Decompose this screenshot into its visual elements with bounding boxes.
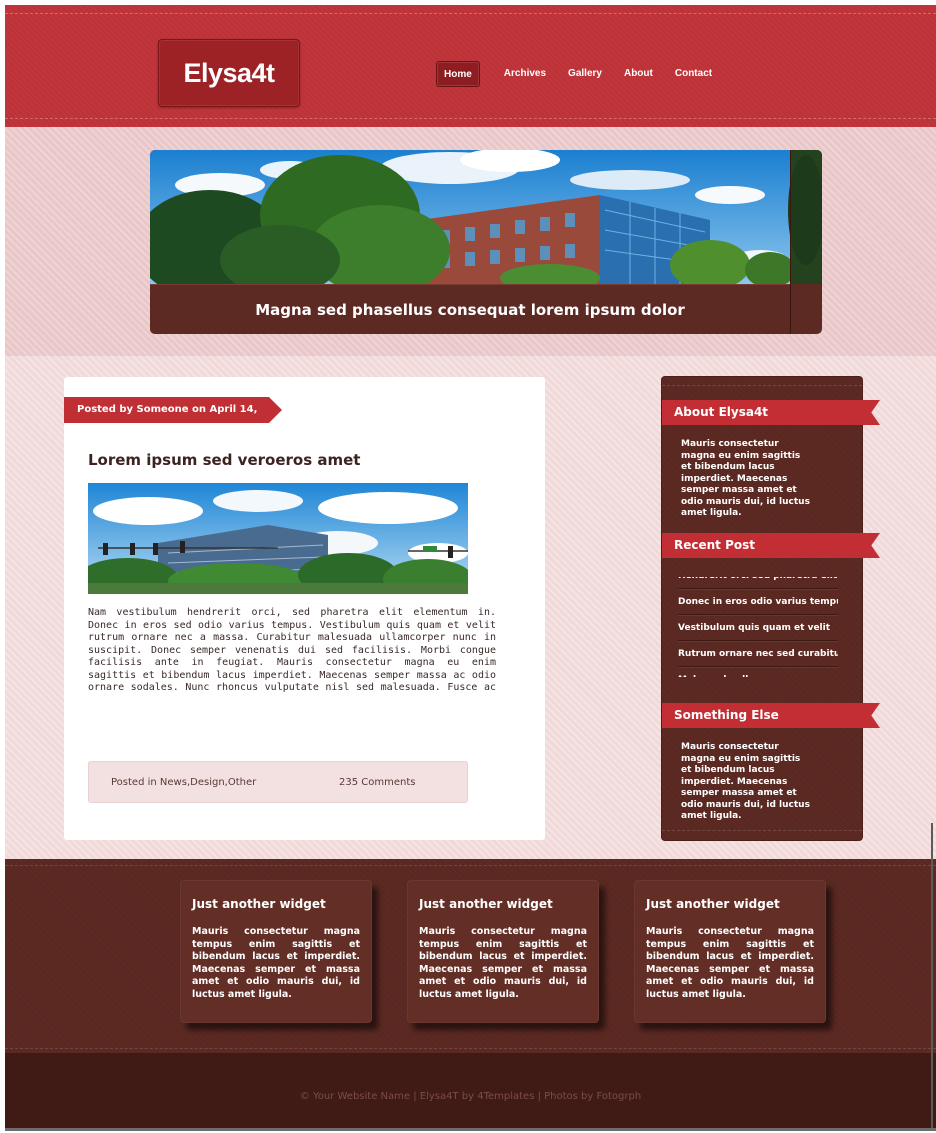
widget-title: Just another widget: [646, 897, 780, 911]
copyright-band: © Your Website Name | Elysa4T by 4Templa…: [5, 1053, 936, 1128]
footer-widget: Just another widget Mauris consectetur m…: [180, 880, 372, 1023]
recent-post-item[interactable]: Malesuada ullamcorper nunc: [678, 667, 838, 677]
post-title[interactable]: Lorem ipsum sed veroeros amet: [88, 451, 360, 469]
nav-contact[interactable]: Contact: [675, 61, 712, 87]
recent-post-item[interactable]: Vestibulum quis quam et velit: [678, 615, 838, 641]
widget-text: Mauris consectetur magna tempus enim sag…: [646, 926, 814, 1000]
post-footer: Posted in News,Design,Other 235 Comments: [88, 761, 468, 803]
widget-text: Mauris consectetur magna tempus enim sag…: [192, 926, 360, 1000]
photos-link[interactable]: Fotogrph: [597, 1091, 642, 1102]
sidebar-heading-something: Something Else: [662, 703, 880, 728]
comments-link[interactable]: 235 Comments: [339, 777, 415, 788]
post-categories: Posted in News,Design,Other: [111, 777, 257, 788]
widget-title: Just another widget: [419, 897, 553, 911]
nav-gallery[interactable]: Gallery: [568, 61, 602, 87]
header-stitch-top: [5, 13, 936, 14]
widget-text: Mauris consectetur magna tempus enim sag…: [419, 926, 587, 1000]
sidebar-about-text: Mauris consectetur magna eu enim sagitti…: [681, 439, 810, 518]
nav-home[interactable]: Home: [436, 61, 480, 87]
widget-title: Just another widget: [192, 897, 326, 911]
nav-archives[interactable]: Archives: [504, 61, 546, 87]
nav-about[interactable]: About: [624, 61, 653, 87]
copyright-prefix: © Your Website Name | Elysa4T by: [299, 1091, 478, 1102]
sidebar-stitch-bottom: [662, 830, 862, 831]
site-logo[interactable]: Elysa4t: [158, 39, 300, 107]
category-link-other[interactable]: Other: [228, 777, 256, 788]
main-nav: Home Archives Gallery About Contact: [436, 61, 734, 87]
category-link-design[interactable]: Design: [190, 777, 225, 788]
recent-post-item[interactable]: Hendrerit orci sed pharetra elit: [678, 577, 838, 589]
banner-side-panel: [790, 150, 822, 334]
post-body: Nam vestibulum hendrerit orci, sed phare…: [88, 607, 496, 695]
recent-post-item[interactable]: Rutrum ornare nec sed curabitur: [678, 641, 838, 667]
header-stitch-bottom: [5, 118, 936, 119]
page-edge-bottom: [5, 1128, 936, 1131]
banner-caption: Magna sed phasellus consequat lorem ipsu…: [150, 284, 790, 334]
widgets-stitch-top: [5, 865, 936, 866]
copyright-middle: | Photos by: [534, 1091, 597, 1102]
category-link-news[interactable]: News: [160, 777, 187, 788]
post-author-link[interactable]: Someone: [137, 404, 189, 415]
footer-widget: Just another widget Mauris consectetur m…: [407, 880, 599, 1023]
sidebar-something-text: Mauris consectetur magna eu enim sagitti…: [681, 742, 810, 821]
blog-post: Posted by Someone on April 14, 2012 Lore…: [64, 377, 545, 840]
sidebar-heading-about: About Elysa4t: [662, 400, 880, 425]
sidebar-stitch-top: [662, 385, 862, 386]
sidebar-heading-recent: Recent Post: [662, 533, 880, 558]
sidebar: About Elysa4t Mauris consectetur magna e…: [662, 377, 880, 840]
recent-post-list: Hendrerit orci sed pharetra elit Donec i…: [678, 577, 838, 677]
widgets-stitch-bottom: [5, 1048, 936, 1049]
footer-widget: Just another widget Mauris consectetur m…: [634, 880, 826, 1023]
recent-post-item[interactable]: Donec in eros odio varius tempus: [678, 589, 838, 615]
copyright-text: © Your Website Name | Elysa4T by 4Templa…: [5, 1091, 936, 1102]
post-image: [88, 483, 468, 594]
banner: Magna sed phasellus consequat lorem ipsu…: [150, 150, 822, 334]
post-meta-prefix: Posted by: [77, 404, 137, 415]
page-edge-right: [931, 823, 933, 1128]
templates-link[interactable]: 4Templates: [477, 1091, 534, 1102]
posted-in-label: Posted in: [111, 777, 160, 788]
post-meta-ribbon: Posted by Someone on April 14, 2012: [64, 397, 282, 423]
